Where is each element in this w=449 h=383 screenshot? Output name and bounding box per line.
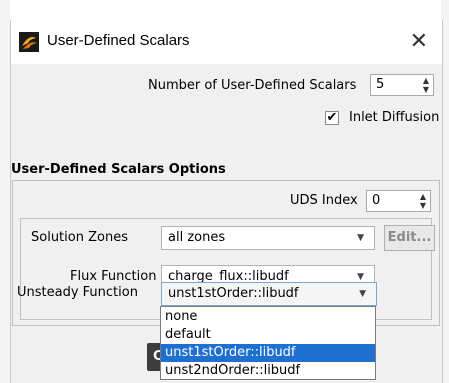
background-strip-left bbox=[0, 0, 10, 383]
dropdown-option-unst1storder[interactable]: unst1stOrder::libudf bbox=[161, 344, 375, 362]
uds-index-label: UDS Index bbox=[290, 193, 358, 208]
fluent-app-icon bbox=[19, 32, 39, 52]
unsteady-function-select[interactable]: unst1stOrder::libudf ▼ bbox=[161, 282, 377, 306]
unsteady-function-dropdown-list: none default unst1stOrder::libudf unst2n… bbox=[160, 306, 376, 380]
check-icon: ✔ bbox=[326, 110, 338, 125]
solution-zones-value: all zones bbox=[168, 230, 226, 245]
options-section-title: User-Defined Scalars Options bbox=[11, 162, 226, 177]
user-defined-scalars-dialog: User-Defined Scalars ✕ Number of User-De… bbox=[10, 20, 443, 383]
inlet-diffusion-checkbox[interactable]: ✔ bbox=[325, 111, 339, 125]
uds-index-value: 0 bbox=[372, 193, 381, 208]
unsteady-function-label: Unsteady Function bbox=[17, 285, 138, 300]
window-title: User-Defined Scalars bbox=[47, 32, 190, 49]
num-scalars-label: Number of User-Defined Scalars bbox=[148, 78, 357, 93]
dropdown-option-unst2ndorder[interactable]: unst2ndOrder::libudf bbox=[161, 362, 375, 380]
num-scalars-value: 5 bbox=[376, 77, 385, 92]
dropdown-option-default[interactable]: default bbox=[161, 326, 375, 344]
num-scalars-spinner[interactable]: 5 ▲ ▼ bbox=[370, 74, 434, 96]
chevron-down-icon: ▼ bbox=[357, 272, 364, 282]
title-bar: User-Defined Scalars ✕ bbox=[11, 20, 442, 64]
dropdown-option-none[interactable]: none bbox=[161, 308, 375, 326]
solution-zones-select[interactable]: all zones ▼ bbox=[161, 226, 375, 250]
solution-zones-label: Solution Zones bbox=[31, 230, 128, 245]
spinner-arrows-icon[interactable]: ▲ ▼ bbox=[423, 76, 429, 94]
chevron-down-icon: ▼ bbox=[357, 233, 364, 243]
inlet-diffusion-label: Inlet Diffusion bbox=[349, 110, 440, 125]
unsteady-function-value: unst1stOrder::libudf bbox=[168, 286, 299, 301]
spinner-arrows-icon[interactable]: ▲ ▼ bbox=[420, 192, 426, 210]
edit-zones-button[interactable]: Edit... bbox=[384, 225, 435, 251]
close-icon[interactable]: ✕ bbox=[410, 28, 428, 54]
flux-function-label: Flux Function bbox=[70, 269, 157, 284]
chevron-down-icon: ▼ bbox=[359, 289, 366, 299]
uds-index-spinner[interactable]: 0 ▲ ▼ bbox=[366, 190, 431, 212]
